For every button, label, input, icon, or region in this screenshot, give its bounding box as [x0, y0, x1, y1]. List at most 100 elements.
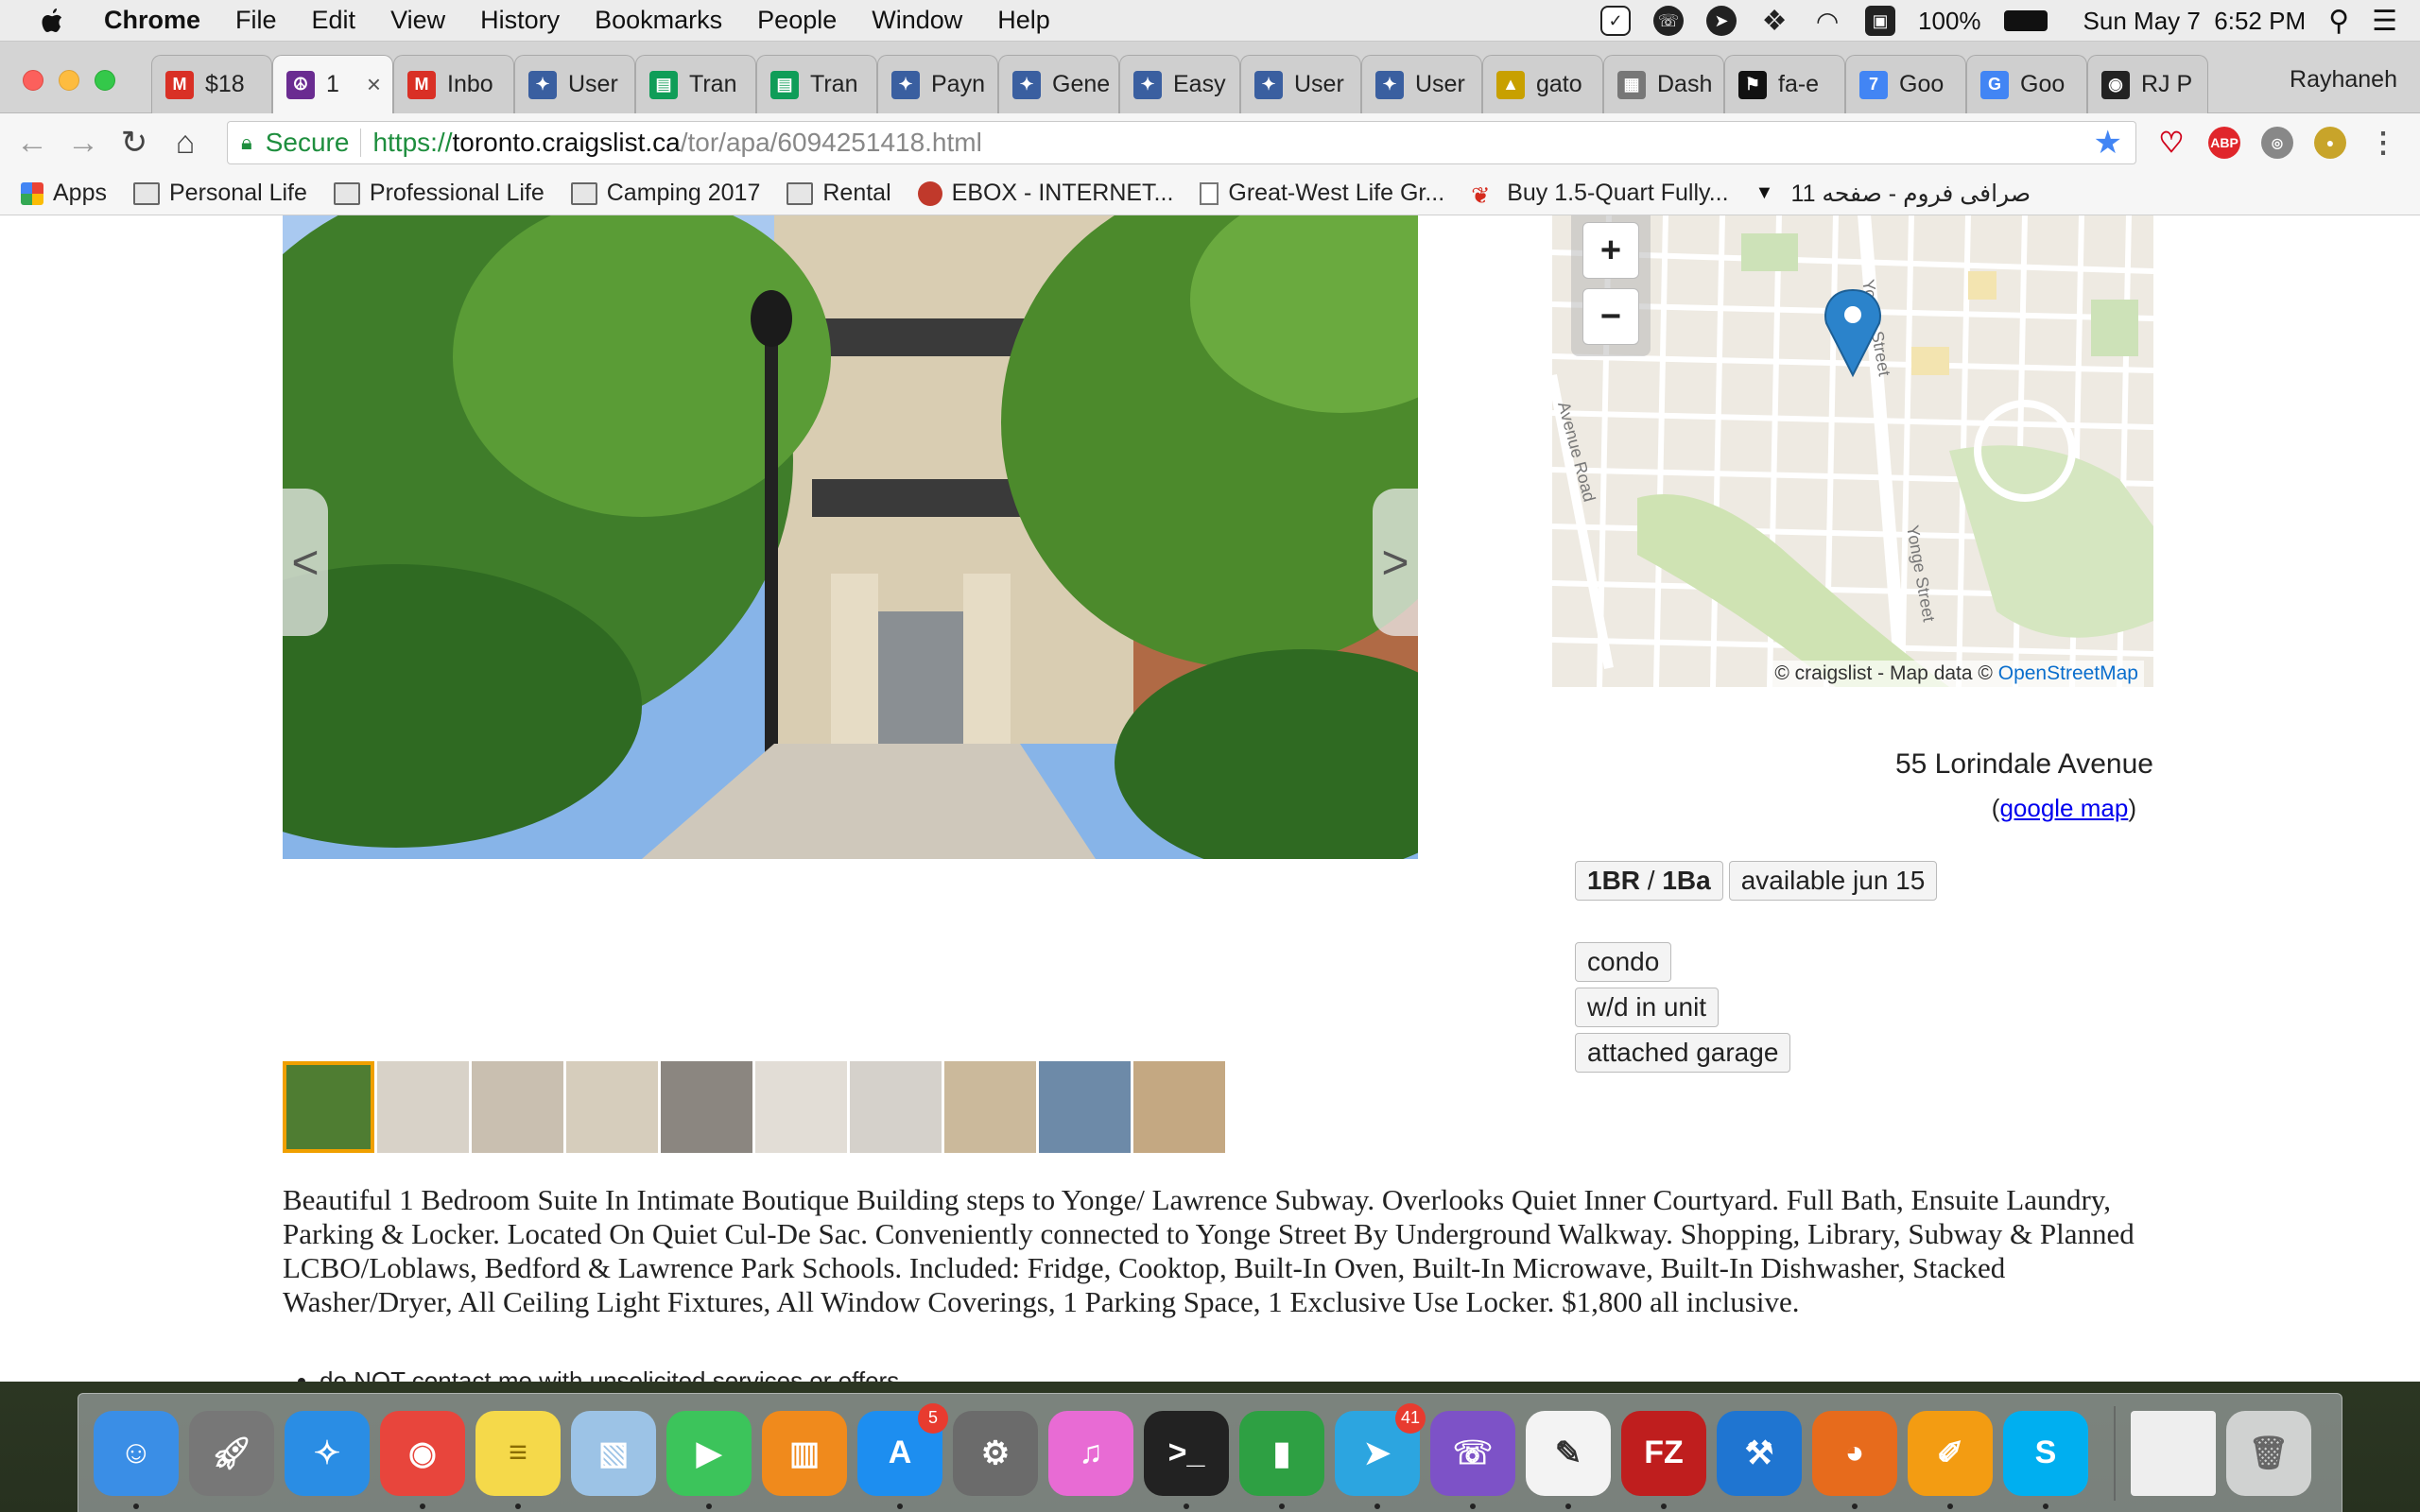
skype-icon[interactable]: S	[2003, 1410, 2088, 1509]
checklist-status-icon[interactable]: ✓	[1600, 6, 1632, 36]
photo-thumbnail-7[interactable]	[850, 1061, 942, 1153]
photo-thumbnail-5[interactable]	[661, 1061, 752, 1153]
textedit-icon[interactable]: ✎	[1526, 1410, 1611, 1509]
main-photo[interactable]: < >	[283, 215, 1418, 859]
telegram-icon[interactable]: ➤ 41	[1335, 1402, 1426, 1509]
bookmark-7[interactable]: ❦ Buy 1.5-Quart Fully...	[1471, 180, 1728, 209]
photo-thumbnail-8[interactable]	[944, 1061, 1036, 1153]
tab-12[interactable]: ▦ Dash	[1603, 55, 1724, 113]
bookmark-0[interactable]: Apps	[21, 180, 107, 207]
previous-photo-button[interactable]: <	[283, 489, 328, 636]
pocket-icon[interactable]: ♡	[2155, 127, 2187, 159]
xcode-icon[interactable]: ⚒	[1717, 1410, 1802, 1496]
photo-thumbnail-4[interactable]	[566, 1061, 658, 1153]
menu-app-name[interactable]: Chrome	[104, 6, 200, 35]
address-bar[interactable]: 🔒︎ Secure https://toronto.craigslist.ca /…	[227, 121, 2136, 164]
minimize-window-button[interactable]	[59, 70, 79, 91]
profile-button[interactable]: Rayhaneh	[2290, 66, 2397, 94]
close-tab-icon[interactable]: ×	[367, 70, 381, 99]
tab-6[interactable]: ✦ Payn	[877, 55, 998, 113]
tab-4[interactable]: ▤ Tran	[635, 55, 756, 113]
ibooks-icon[interactable]: ▥	[762, 1410, 847, 1496]
bookmark-8[interactable]: ▼ صرافی فروم - صفحه 11	[1755, 180, 2031, 208]
itunes-icon[interactable]: ♫	[1048, 1410, 1133, 1496]
back-arrow-icon[interactable]: ←	[13, 124, 51, 162]
tab-8[interactable]: ✦ Easy	[1119, 55, 1240, 113]
tab-9[interactable]: ✦ User	[1240, 55, 1361, 113]
facetime-icon[interactable]: ▶	[666, 1410, 752, 1509]
filezilla-icon[interactable]: FZ	[1621, 1410, 1706, 1509]
location-map[interactable]: Yonge Street Yonge Street Avenue Road + …	[1552, 215, 2153, 687]
document-stack-icon[interactable]	[2131, 1410, 2216, 1496]
chrome-icon[interactable]: ◉	[380, 1410, 465, 1509]
tab-0[interactable]: M $18	[151, 55, 272, 113]
spotlight-search-icon[interactable]: ⚲	[2328, 5, 2349, 38]
trash-icon[interactable]: 🗑︎	[2226, 1410, 2311, 1496]
close-window-button[interactable]	[23, 70, 43, 91]
menu-edit[interactable]: Edit	[312, 6, 356, 35]
tab-7[interactable]: ✦ Gene	[998, 55, 1119, 113]
bookmark-1[interactable]: Personal Life	[132, 180, 307, 207]
dropbox-status-icon[interactable]: ❖	[1759, 6, 1789, 37]
tab-11[interactable]: ▲ gato	[1482, 55, 1603, 113]
photo-thumbnail-6[interactable]	[755, 1061, 847, 1153]
preview-icon[interactable]: ▧	[571, 1410, 656, 1496]
reload-icon[interactable]: ↻	[115, 124, 153, 162]
photo-thumbnail-3[interactable]	[472, 1061, 563, 1153]
clipboard-status-icon[interactable]: ▣	[1865, 6, 1896, 36]
bookmark-3[interactable]: Camping 2017	[570, 180, 760, 207]
zoom-out-button[interactable]: −	[1582, 288, 1639, 345]
tab-5[interactable]: ▤ Tran	[756, 55, 877, 113]
photo-thumbnail-10[interactable]	[1133, 1061, 1225, 1153]
menu-people[interactable]: People	[757, 6, 837, 35]
battery-icon[interactable]	[2003, 10, 2048, 31]
bookmark-2[interactable]: Professional Life	[333, 180, 544, 207]
photo-thumbnail-2[interactable]	[377, 1061, 469, 1153]
google-map-link[interactable]: google map	[1999, 794, 2128, 822]
menu-bookmarks[interactable]: Bookmarks	[595, 6, 722, 35]
notification-center-icon[interactable]: ☰	[2372, 5, 2397, 38]
wifi-icon[interactable]: ◠	[1812, 6, 1842, 36]
menu-view[interactable]: View	[390, 6, 445, 35]
tab-16[interactable]: ◉ RJ P	[2087, 55, 2208, 113]
tab-3[interactable]: ✦ User	[514, 55, 635, 113]
apple-menu-icon[interactable]	[38, 7, 66, 35]
tab-1[interactable]: ☮ 1 ×	[272, 55, 393, 113]
launchpad-icon[interactable]: 🚀︎	[189, 1410, 274, 1496]
safari-icon[interactable]: ✧	[285, 1410, 370, 1496]
photo-thumbnail-1[interactable]	[283, 1061, 374, 1153]
tab-15[interactable]: G Goo	[1966, 55, 2087, 113]
openstreetmap-link[interactable]: OpenStreetMap	[1998, 662, 2138, 684]
bookmark-6[interactable]: Great-West Life Gr...	[1200, 180, 1444, 207]
viber-status-icon[interactable]: ☏	[1653, 6, 1685, 36]
zoom-in-button[interactable]: +	[1582, 222, 1639, 279]
firefox-icon[interactable]: ◕	[1812, 1410, 1897, 1509]
telegram-status-icon[interactable]: ➤	[1706, 6, 1737, 36]
numbers-icon[interactable]: ▮	[1239, 1410, 1324, 1509]
pages-icon[interactable]: ✐	[1908, 1410, 1993, 1509]
photo-thumbnail-9[interactable]	[1039, 1061, 1131, 1153]
adblock-plus-icon[interactable]: ABP	[2208, 127, 2240, 159]
bookmark-5[interactable]: EBOX - INTERNET...	[917, 180, 1173, 207]
notes-icon[interactable]: ≡	[475, 1410, 561, 1509]
bookmark-star-icon[interactable]: ★	[2094, 124, 2122, 162]
bookmark-4[interactable]: Rental	[786, 180, 891, 207]
next-photo-button[interactable]: >	[1373, 489, 1418, 636]
menu-help[interactable]: Help	[997, 6, 1050, 35]
forward-arrow-icon[interactable]: →	[64, 124, 102, 162]
system-preferences-icon[interactable]: ⚙	[953, 1410, 1038, 1496]
finder-icon[interactable]: ☺	[94, 1410, 179, 1509]
tab-13[interactable]: ⚑ fa-e	[1724, 55, 1845, 113]
clock[interactable]: Sun May 7 6:52 PM	[2083, 7, 2307, 36]
viber-icon[interactable]: ☏	[1430, 1410, 1515, 1509]
tab-14[interactable]: 7 Goo	[1845, 55, 1966, 113]
app-store-icon[interactable]: A5	[857, 1402, 948, 1509]
terminal-icon[interactable]: >_	[1144, 1410, 1229, 1509]
menu-file[interactable]: File	[235, 6, 277, 35]
menu-window[interactable]: Window	[872, 6, 962, 35]
film-reel-icon[interactable]: ◎	[2261, 127, 2293, 159]
menu-history[interactable]: History	[480, 6, 560, 35]
tab-2[interactable]: M Inbo	[393, 55, 514, 113]
home-icon[interactable]: ⌂	[166, 124, 204, 162]
tab-10[interactable]: ✦ User	[1361, 55, 1482, 113]
